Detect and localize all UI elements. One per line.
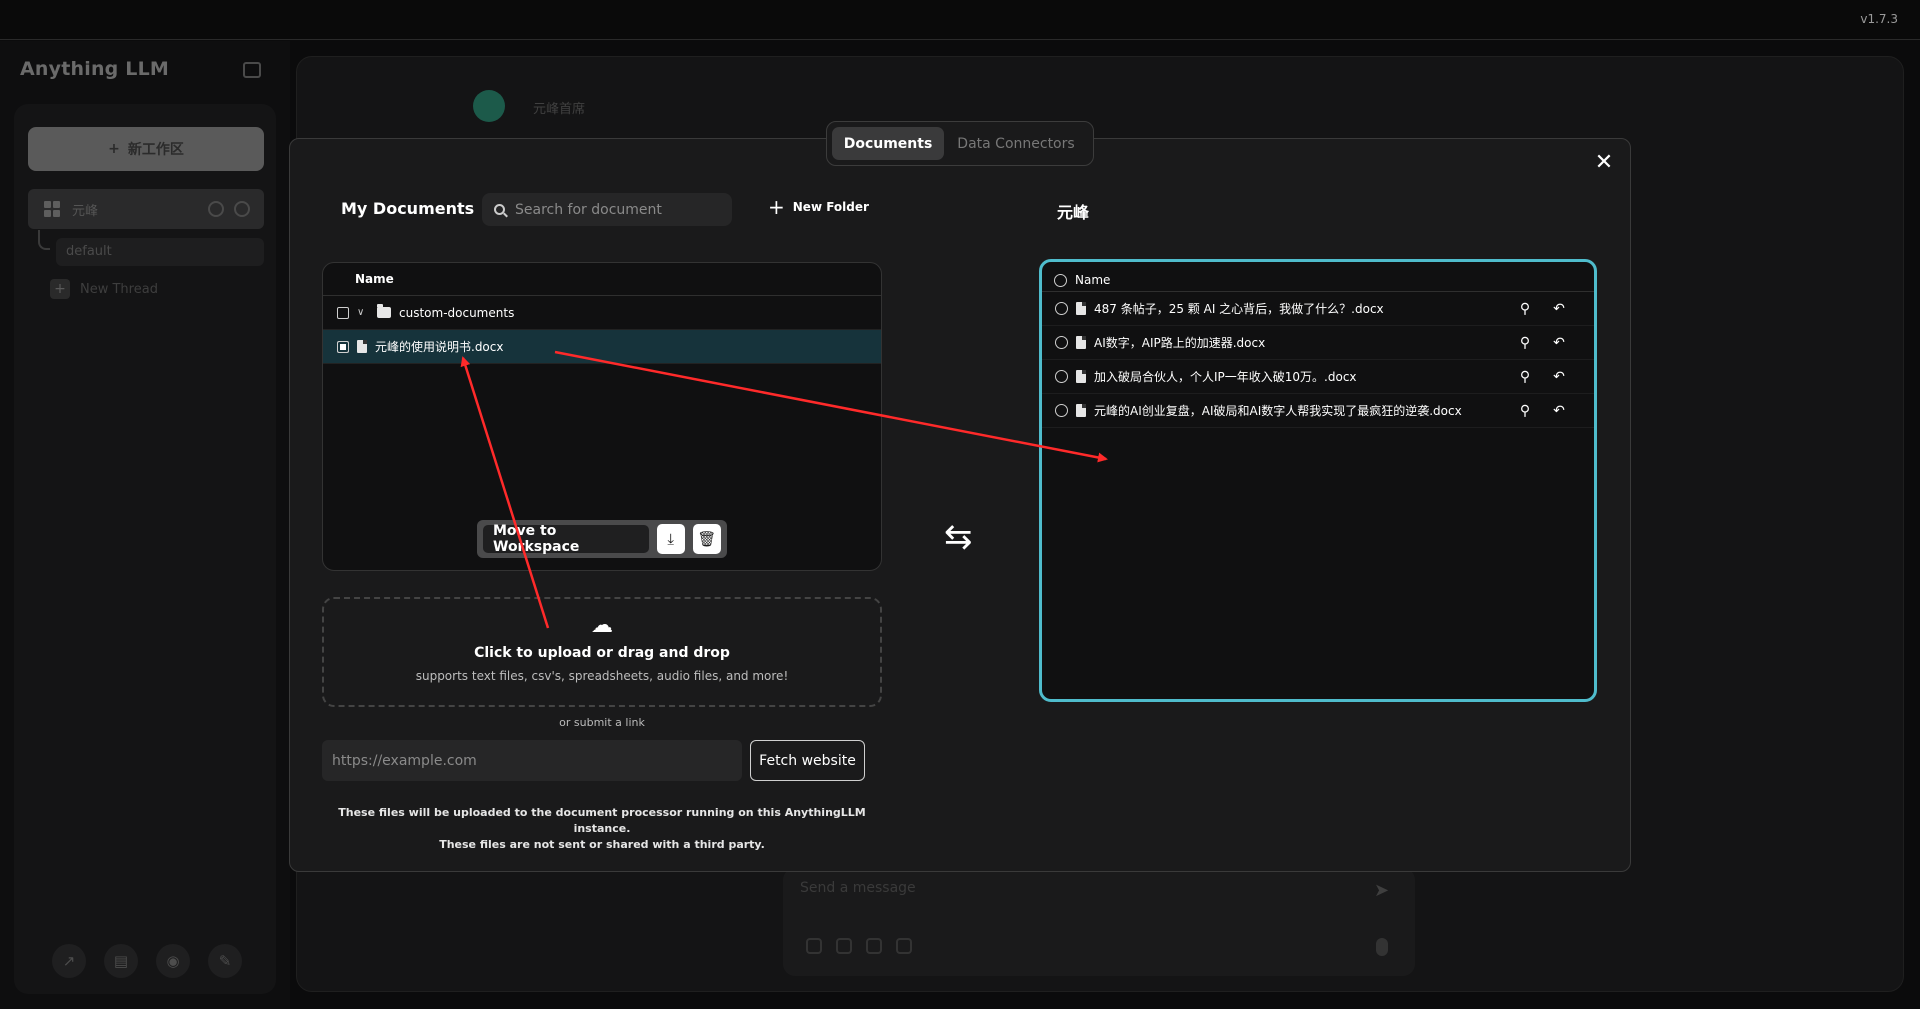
- thread-item-default[interactable]: default: [56, 238, 264, 266]
- window-titlebar: v1.7.3: [0, 0, 1920, 40]
- support-icon[interactable]: ↗: [52, 944, 86, 978]
- tab-data-connectors[interactable]: Data Connectors: [946, 127, 1086, 160]
- new-workspace-label: 新工作区: [127, 142, 184, 158]
- grid-icon: [44, 201, 60, 217]
- slash-command-icon[interactable]: [836, 938, 852, 954]
- tab-documents[interactable]: Documents: [832, 127, 944, 160]
- upload-icon[interactable]: [208, 201, 224, 217]
- file-name: 加入破局合伙人，个人IP一年收入破10万。.docx: [1094, 370, 1357, 384]
- workspace-documents-list: Name 487 条帖子，25 颗 AI 之心背后，我做了什么？.docx ⚲ ↶…: [1039, 259, 1597, 702]
- pin-icon[interactable]: ⚲: [1517, 335, 1533, 351]
- select-all-checkbox[interactable]: [1054, 273, 1067, 287]
- cloud-upload-icon: ☁: [591, 613, 613, 638]
- message-input[interactable]: Send a message: [800, 880, 916, 896]
- file-name: AI数字，AIP路上的加速器.docx: [1094, 336, 1266, 350]
- column-header-name: Name: [323, 263, 881, 296]
- pin-icon[interactable]: ⚲: [1517, 301, 1533, 317]
- text-size-icon[interactable]: [896, 938, 912, 954]
- my-documents-title: My Documents: [341, 199, 475, 218]
- trash-icon[interactable]: 🗑: [692, 524, 721, 554]
- new-folder-label: New Folder: [792, 200, 869, 214]
- folder-checkbox[interactable]: [337, 306, 349, 319]
- workspace-file-row[interactable]: AI数字，AIP路上的加速器.docx ⚲ ↶: [1042, 326, 1594, 360]
- file-icon: [1076, 336, 1086, 349]
- file-name: 元峰的使用说明书.docx: [375, 340, 504, 354]
- close-icon[interactable]: ✕: [1593, 152, 1615, 174]
- thread-connector: [38, 230, 50, 250]
- file-name: 元峰的AI创业复盘，AI破局和AI数字人帮我实现了最疯狂的逆袭.docx: [1094, 404, 1462, 418]
- swap-arrows-icon: ⇆: [944, 517, 973, 557]
- privacy-notice: These files will be uploaded to the docu…: [322, 805, 882, 853]
- wrench-settings-icon[interactable]: ✎: [208, 944, 242, 978]
- file-checkbox[interactable]: [1055, 336, 1068, 349]
- plus-icon: +: [108, 141, 120, 157]
- workspace-label: 元峰: [72, 203, 99, 219]
- notice-line-1: These files will be uploaded to the docu…: [338, 806, 866, 835]
- file-icon: [357, 340, 367, 353]
- pin-icon[interactable]: ⚲: [1517, 369, 1533, 385]
- plus-icon: +: [768, 195, 785, 219]
- move-to-workspace-button[interactable]: Move to Workspace: [483, 523, 649, 555]
- app-logo: Anything LLM: [20, 58, 170, 80]
- new-folder-button[interactable]: + New Folder: [768, 195, 869, 219]
- chevron-down-icon[interactable]: ∨: [357, 307, 369, 318]
- attach-icon[interactable]: [806, 938, 822, 954]
- undo-icon[interactable]: ↶: [1551, 301, 1567, 317]
- document-search[interactable]: [482, 193, 732, 226]
- upload-dropzone[interactable]: ☁ Click to upload or drag and drop suppo…: [322, 597, 882, 707]
- file-icon: [1076, 404, 1086, 417]
- url-input[interactable]: [322, 740, 742, 781]
- microphone-icon[interactable]: [1376, 938, 1388, 956]
- notice-line-2: These files are not sent or shared with …: [439, 838, 765, 851]
- file-checkbox[interactable]: [1055, 370, 1068, 383]
- undo-icon[interactable]: ↶: [1551, 369, 1567, 385]
- folder-icon: [377, 304, 391, 318]
- chat-user-name: 元峰首席: [533, 102, 586, 117]
- undo-icon[interactable]: ↶: [1551, 403, 1567, 419]
- file-checkbox[interactable]: [1055, 302, 1068, 315]
- fetch-website-button[interactable]: Fetch website: [750, 740, 865, 781]
- upload-title: Click to upload or drag and drop: [474, 645, 730, 661]
- sidebar-toggle-icon[interactable]: [243, 62, 261, 78]
- sidebar-item-workspace[interactable]: 元峰: [28, 189, 264, 229]
- search-icon: [494, 204, 505, 215]
- docs-book-icon[interactable]: ▤: [104, 944, 138, 978]
- file-icon: [1076, 370, 1086, 383]
- workspace-file-row[interactable]: 487 条帖子，25 颗 AI 之心背后，我做了什么？.docx ⚲ ↶: [1042, 292, 1594, 326]
- undo-icon[interactable]: ↶: [1551, 335, 1567, 351]
- file-row[interactable]: 元峰的使用说明书.docx: [323, 330, 881, 364]
- file-icon: [1076, 302, 1086, 315]
- selection-action-bar: Move to Workspace ⤓ 🗑: [477, 520, 727, 558]
- file-checkbox[interactable]: [1055, 404, 1068, 417]
- ws-column-header: Name: [1042, 262, 1594, 292]
- workspace-file-row[interactable]: 元峰的AI创业复盘，AI破局和AI数字人帮我实现了最疯狂的逆袭.docx ⚲ ↶: [1042, 394, 1594, 428]
- agent-icon[interactable]: [866, 938, 882, 954]
- or-submit-link: or submit a link: [559, 716, 645, 729]
- workspace-file-row[interactable]: 加入破局合伙人，个人IP一年收入破10万。.docx ⚲ ↶: [1042, 360, 1594, 394]
- plus-icon: +: [50, 279, 70, 299]
- new-workspace-button[interactable]: + 新工作区: [28, 127, 264, 171]
- folder-name: custom-documents: [399, 305, 515, 320]
- discord-icon[interactable]: ◉: [156, 944, 190, 978]
- modal-tabs: Documents Data Connectors: [826, 121, 1094, 166]
- folder-row[interactable]: ∨ custom-documents: [323, 296, 881, 330]
- file-name: 487 条帖子，25 颗 AI 之心背后，我做了什么？.docx: [1094, 302, 1384, 316]
- download-icon[interactable]: ⤓: [656, 524, 685, 554]
- avatar: [473, 90, 505, 122]
- workspace-docs-title: 元峰: [1057, 203, 1090, 222]
- file-checkbox[interactable]: [337, 340, 349, 353]
- new-thread-button[interactable]: + New Thread: [50, 279, 158, 299]
- gear-icon[interactable]: [234, 201, 250, 217]
- ws-column-header-name: Name: [1075, 273, 1111, 287]
- search-input[interactable]: [515, 201, 715, 218]
- new-thread-label: New Thread: [80, 281, 158, 297]
- version-label: v1.7.3: [1860, 12, 1898, 26]
- pin-icon[interactable]: ⚲: [1517, 403, 1533, 419]
- send-icon[interactable]: ➤: [1374, 880, 1389, 901]
- upload-subtitle: supports text files, csv's, spreadsheets…: [415, 669, 789, 683]
